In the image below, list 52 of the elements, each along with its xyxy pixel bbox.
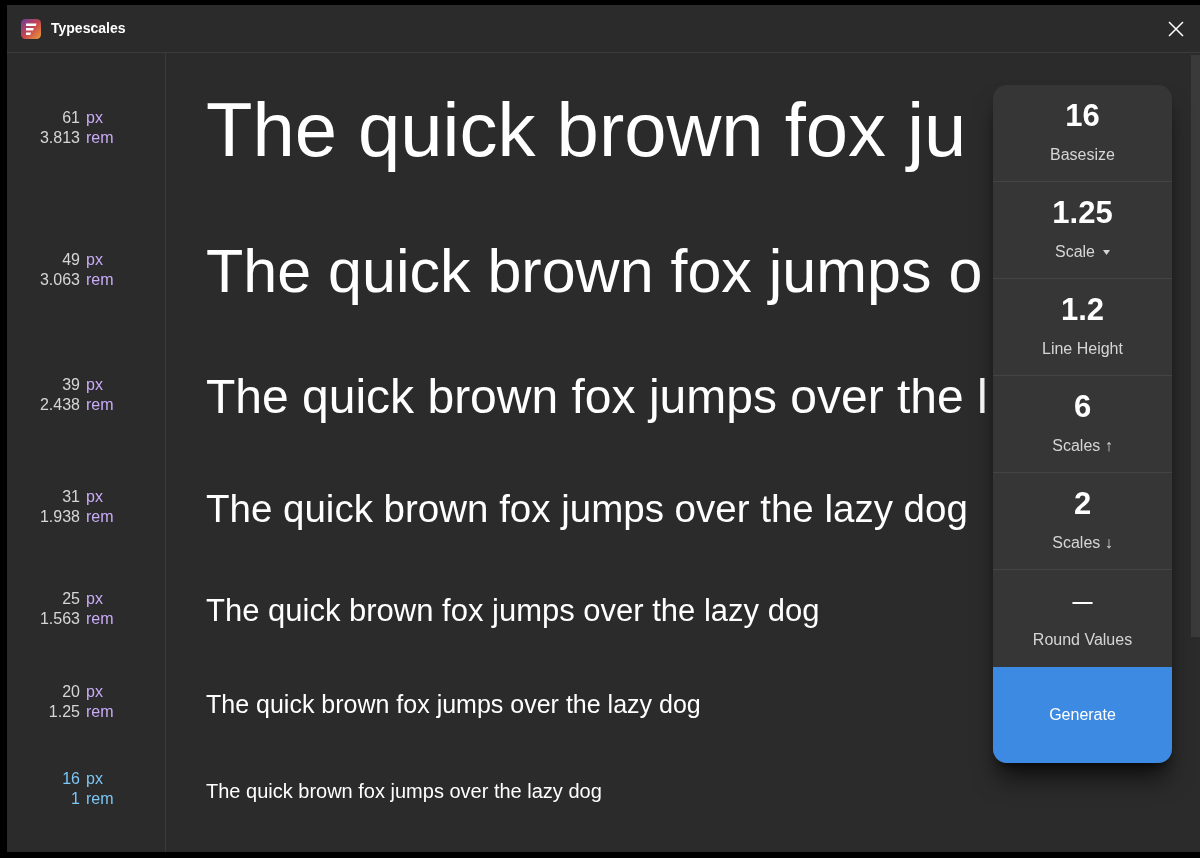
rem-value: 3.063 xyxy=(38,269,80,290)
px-unit: px xyxy=(86,375,104,395)
setting-value[interactable]: — xyxy=(1072,583,1093,619)
sample-text: The quick brown fox jumps over the l xyxy=(206,369,988,425)
caret-icon[interactable] xyxy=(1103,249,1110,255)
generate-button[interactable]: Generate xyxy=(993,667,1172,763)
setting-label: Basesize xyxy=(1050,145,1115,165)
sample-text: The quick brown fox jumps over the lazy dog xyxy=(206,779,602,803)
setting-label: Round Values xyxy=(1032,630,1133,650)
close-icon xyxy=(1168,20,1184,37)
rem-unit: rem xyxy=(86,127,115,148)
px-value: 61 xyxy=(61,107,80,128)
px-unit: px xyxy=(86,588,104,609)
rem-unit: rem xyxy=(86,702,115,722)
rem-value: 1 xyxy=(70,789,80,809)
sample-text: The quick brown fox ju xyxy=(206,86,967,174)
rem-unit: rem xyxy=(86,507,115,527)
window-title: Typescales xyxy=(51,19,126,38)
rem-value: 1.563 xyxy=(38,608,80,629)
setting-value[interactable]: 16 xyxy=(1065,98,1100,134)
sample-text: The quick brown fox jumps over the lazy dog xyxy=(206,592,820,629)
sample-text: The quick brown fox jumps o xyxy=(206,236,983,307)
rem-unit: rem xyxy=(86,269,115,290)
px-value: 31 xyxy=(61,487,80,507)
sample-text: The quick brown fox jumps over the lazy dog xyxy=(206,486,968,532)
app-logo-icon xyxy=(21,18,41,39)
px-unit: px xyxy=(86,769,104,789)
rem-value: 2.438 xyxy=(38,395,80,415)
rem-unit: rem xyxy=(86,789,115,809)
setting-label: Line Height xyxy=(1042,339,1123,359)
sample-text: The quick brown fox jumps over the lazy dog xyxy=(206,689,701,719)
px-value: 25 xyxy=(61,588,80,609)
setting-label: Scales ↓ xyxy=(1052,533,1113,553)
px-unit: px xyxy=(86,682,104,702)
px-unit: px xyxy=(86,249,104,270)
px-value: 39 xyxy=(61,375,80,395)
setting-label: Scale xyxy=(1055,242,1095,262)
rem-value: 1.938 xyxy=(38,507,80,527)
setting-value[interactable]: 1.2 xyxy=(1060,292,1105,328)
setting-value[interactable]: 2 xyxy=(1073,486,1092,522)
px-value: 20 xyxy=(61,682,80,702)
px-unit: px xyxy=(86,107,104,128)
px-value: 49 xyxy=(61,249,80,270)
px-value: 16 xyxy=(61,769,80,789)
setting-label: Scales ↑ xyxy=(1052,436,1113,456)
rem-unit: rem xyxy=(86,395,115,415)
setting-value[interactable]: 1.25 xyxy=(1052,195,1113,231)
rem-value: 3.813 xyxy=(38,127,80,148)
rem-value: 1.25 xyxy=(47,702,80,722)
setting-value[interactable]: 6 xyxy=(1073,389,1092,425)
rem-unit: rem xyxy=(86,608,115,629)
px-unit: px xyxy=(86,487,104,507)
